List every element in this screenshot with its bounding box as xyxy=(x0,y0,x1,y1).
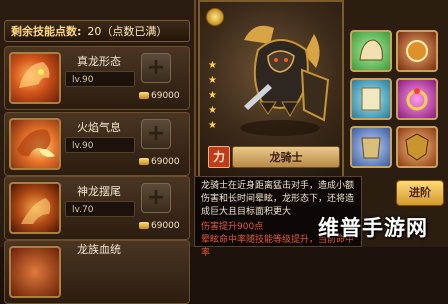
dragon-tail-icon xyxy=(9,182,61,234)
skill-cost: 69000 xyxy=(139,157,180,167)
fire-breath-icon xyxy=(9,118,61,170)
equipment-slot-shield[interactable] xyxy=(396,126,438,168)
power-badge: 力 xyxy=(208,146,230,168)
upgrade-skill-button[interactable]: + xyxy=(141,119,171,149)
dragon-knight-portrait xyxy=(240,25,330,136)
equipment-slot-armor[interactable] xyxy=(350,126,392,168)
equipment-slot-amulet[interactable] xyxy=(396,30,438,72)
medal-icon xyxy=(206,8,224,26)
star-icon: ★ xyxy=(208,60,217,71)
star-icon: ★ xyxy=(208,90,217,101)
character-panel: ★ ★ ★ ★ ★ 力 龙骑士 xyxy=(198,0,344,178)
equipment-slot-scroll[interactable] xyxy=(350,78,392,120)
coin-icon xyxy=(139,158,149,165)
skill-level: lv.90 xyxy=(65,137,135,153)
skill-card[interactable]: 龙族血统 xyxy=(4,240,190,304)
dragon-head-icon xyxy=(9,52,61,104)
equipment-slot-ring[interactable] xyxy=(396,78,438,120)
upgrade-skill-button[interactable]: + xyxy=(141,53,171,83)
skill-points-value: 20（点数已满） xyxy=(87,25,168,38)
upgrade-skill-button[interactable]: + xyxy=(141,183,171,213)
coin-icon xyxy=(139,222,149,229)
skill-card[interactable]: 火焰气息 lv.90 + 69000 xyxy=(4,112,190,176)
star-icon: ★ xyxy=(208,120,217,131)
skill-level: lv.90 xyxy=(65,71,135,87)
skill-name: 火焰气息 xyxy=(77,121,121,134)
equipment-slot-helmet[interactable] xyxy=(350,30,392,72)
skill-card[interactable]: 真龙形态 lv.90 + 69000 xyxy=(4,46,190,110)
star-rating: ★ ★ ★ ★ ★ xyxy=(208,58,217,133)
watermark: 维普手游网 xyxy=(318,216,428,240)
skill-cost: 69000 xyxy=(139,221,180,231)
star-icon: ★ xyxy=(208,105,217,116)
character-name: 龙骑士 xyxy=(232,146,340,168)
skill-points-bar: 剩余技能点数: 20（点数已满） xyxy=(4,20,190,42)
star-icon: ★ xyxy=(208,75,217,86)
skill-panel: 剩余技能点数: 20（点数已满） 真龙形态 lv.90 + 69000 火焰气息… xyxy=(0,0,196,304)
skill-cost-value: 69000 xyxy=(151,157,180,167)
skill-cost-value: 69000 xyxy=(151,91,180,101)
skill-card[interactable]: 神龙摆尾 lv.70 + 69000 xyxy=(4,176,190,240)
skill-name: 龙族血统 xyxy=(77,243,121,256)
skill-name: 真龙形态 xyxy=(77,55,121,68)
game-screen: 剩余技能点数: 20（点数已满） 真龙形态 lv.90 + 69000 火焰气息… xyxy=(0,0,448,304)
skill-cost-value: 69000 xyxy=(151,221,180,231)
skill-name: 神龙摆尾 xyxy=(77,185,121,198)
advance-button[interactable]: 进阶 xyxy=(396,180,444,206)
skill-cost: 69000 xyxy=(139,91,180,101)
coin-icon xyxy=(139,92,149,99)
skill-points-label: 剩余技能点数: xyxy=(11,25,82,38)
skill-level: lv.70 xyxy=(65,201,135,217)
bloodline-icon xyxy=(9,246,61,298)
